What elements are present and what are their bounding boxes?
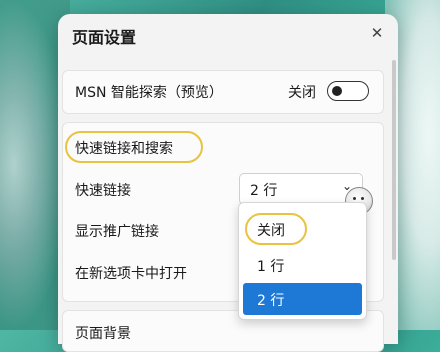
close-icon[interactable]: ✕ bbox=[368, 24, 386, 42]
background-heading: 页面背景 bbox=[75, 326, 131, 342]
open-new-tab-label: 在新选项卡中打开 bbox=[75, 266, 187, 282]
panel-title: 页面设置 bbox=[72, 28, 137, 47]
msn-toggle-state: 关闭 bbox=[288, 85, 316, 101]
quick-links-label: 快速链接 bbox=[75, 183, 131, 199]
msn-card: MSN 智能探索（预览） 关闭 bbox=[62, 70, 384, 114]
quick-links-select-value: 2 行 bbox=[250, 183, 278, 199]
section-heading: 快速链接和搜索 bbox=[75, 141, 173, 157]
rows-dropdown-menu: 关闭 1 行 2 行 bbox=[238, 202, 367, 320]
dropdown-option-1-row[interactable]: 1 行 bbox=[243, 249, 362, 281]
toggle-knob bbox=[332, 86, 342, 96]
dropdown-option-2-rows[interactable]: 2 行 bbox=[243, 283, 362, 315]
scrollbar[interactable] bbox=[392, 60, 396, 260]
msn-toggle[interactable] bbox=[327, 81, 369, 101]
msn-label: MSN 智能探索（预览） bbox=[75, 85, 223, 101]
promoted-links-label: 显示推广链接 bbox=[75, 224, 159, 240]
dropdown-option-off[interactable]: 关闭 bbox=[243, 213, 362, 245]
